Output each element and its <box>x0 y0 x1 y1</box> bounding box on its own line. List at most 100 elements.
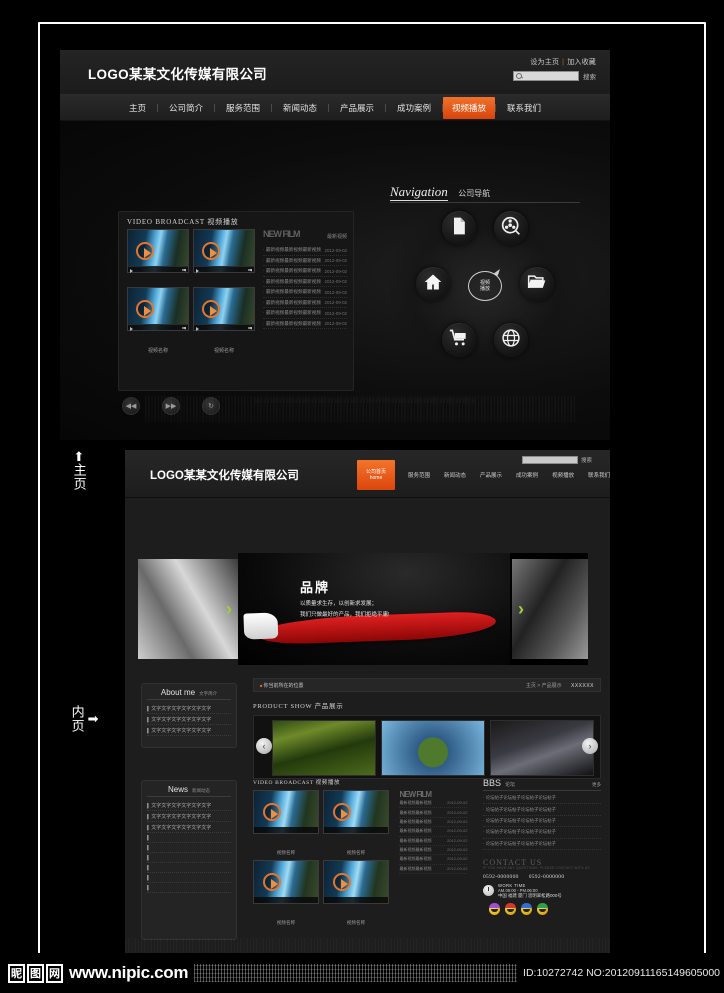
inner-nav-item-video[interactable]: 视频播放 <box>545 471 581 479</box>
product-carousel[interactable]: ‹ › <box>253 715 601 779</box>
list-item[interactable]: 论坛帖子论坛帖子论坛帖子论坛帖子 <box>483 827 601 839</box>
product-image[interactable] <box>381 720 485 776</box>
list-item[interactable]: 文字文字文字文字文字文字 <box>147 811 231 822</box>
list-item[interactable]: 文字文字文字文字文字文字 <box>147 703 231 714</box>
list-item[interactable]: 最新视频最新视频最新视频2012-09-02 <box>263 266 347 277</box>
home-main-nav[interactable]: 主页 公司简介 服务范围 新闻动态 产品展示 成功案例 视频播放 联系我们 <box>60 95 610 121</box>
list-item[interactable] <box>147 863 231 873</box>
list-item[interactable]: 论坛帖子论坛帖子论坛帖子论坛帖子 <box>483 816 601 828</box>
video-control-bar[interactable] <box>128 266 188 273</box>
inner-nav-item-news[interactable]: 新闻动态 <box>437 471 473 479</box>
video-control-bar[interactable] <box>254 897 318 903</box>
nav-icon-video-bubble[interactable]: 视频 播放 <box>468 269 502 303</box>
inner-nav-item-contact[interactable]: 联系我们 <box>581 471 617 479</box>
list-item[interactable]: 论坛帖子论坛帖子论坛帖子论坛帖子 <box>483 804 601 816</box>
inner-nav-item-services[interactable]: 服务范围 <box>401 471 437 479</box>
list-item[interactable]: 最新视频最新视频最新视频2012-09-02 <box>263 308 347 319</box>
nav-item-contact[interactable]: 联系我们 <box>496 98 552 118</box>
video-thumbnail[interactable] <box>323 790 389 834</box>
search-button[interactable]: 搜索 <box>583 71 596 81</box>
play-icon[interactable] <box>136 300 154 318</box>
list-item[interactable] <box>147 853 231 863</box>
nav-icon-cart[interactable] <box>442 323 476 357</box>
set-homepage-link[interactable]: 设为主页 <box>530 59 559 66</box>
play-icon[interactable] <box>333 803 351 821</box>
qq-purple-icon[interactable] <box>489 902 500 915</box>
play-icon[interactable] <box>263 803 281 821</box>
video-control-bar[interactable] <box>194 324 254 331</box>
play-icon[interactable] <box>202 242 220 260</box>
video-control-bar[interactable] <box>254 827 318 833</box>
banner-next-slide[interactable]: › <box>512 559 588 659</box>
nav-item-cases[interactable]: 成功案例 <box>386 98 442 118</box>
list-item[interactable]: 论坛帖子论坛帖子论坛帖子论坛帖子 <box>483 793 601 805</box>
list-item[interactable]: 最新视频最新视频 2012-09-02 <box>399 818 468 828</box>
banner-prev-icon[interactable]: › <box>226 599 232 620</box>
inner-main-nav[interactable]: 公司首页 home 服务范围 新闻动态 产品展示 成功案例 视频播放 联系我们 <box>357 460 617 490</box>
header-search[interactable]: 搜索 <box>513 71 596 81</box>
list-item[interactable]: 文字文字文字文字文字文字 <box>147 800 231 811</box>
qq-green-icon[interactable] <box>537 902 548 915</box>
list-item[interactable] <box>147 833 231 843</box>
list-item[interactable]: 最新视频最新视频 2012-09-02 <box>399 837 468 846</box>
list-item[interactable]: 最新视频最新视频最新视频2012-09-02 <box>263 256 347 266</box>
video-control-bar[interactable] <box>324 827 388 833</box>
nav-item-products[interactable]: 产品展示 <box>329 98 385 118</box>
video-control-bar[interactable] <box>128 324 188 331</box>
banner-carousel[interactable]: › 品牌 以质量求生存，以创新求发展； 我们只做最好的产品，我们拒绝平庸! › <box>138 553 588 665</box>
qq-red-icon[interactable] <box>505 902 516 915</box>
qq-contact-icons[interactable] <box>483 902 601 915</box>
nav-icon-film[interactable] <box>494 211 528 245</box>
play-icon[interactable] <box>136 242 154 260</box>
play-icon[interactable] <box>263 873 281 891</box>
nav-icon-document[interactable] <box>442 211 476 245</box>
list-item[interactable]: 最新视频最新视频最新视频2012-09-02 <box>263 277 347 287</box>
nav-icon-home[interactable] <box>416 267 450 301</box>
bbs-more-link[interactable]: 更多 <box>592 782 601 788</box>
prev-button[interactable]: ◀◀ <box>122 397 140 415</box>
play-icon[interactable] <box>333 873 351 891</box>
list-item[interactable]: 最新视频最新视频最新视频2012-09-02 <box>263 245 347 256</box>
list-item[interactable]: 最新视频最新视频最新视频2012-09-02 <box>263 287 347 298</box>
product-image[interactable] <box>490 720 594 776</box>
list-item[interactable]: 最新视频最新视频 2012-09-02 <box>399 808 468 818</box>
nav-item-about[interactable]: 公司简介 <box>158 98 214 118</box>
search-input[interactable] <box>513 71 579 81</box>
product-prev-button[interactable]: ‹ <box>256 738 272 754</box>
video-thumbnail[interactable] <box>127 229 189 273</box>
list-item[interactable]: 最新视频最新视频 2012-09-02 <box>399 855 468 865</box>
nav-item-news[interactable]: 新闻动态 <box>272 98 328 118</box>
nav-icon-folder[interactable] <box>520 267 554 301</box>
video-thumbnail[interactable] <box>253 860 319 904</box>
list-item[interactable] <box>147 843 231 853</box>
nav-icon-globe[interactable] <box>494 323 528 357</box>
list-item[interactable]: 文字文字文字文字文字文字 <box>147 725 231 736</box>
list-item[interactable]: 文字文字文字文字文字文字 <box>147 822 231 833</box>
video-thumbnail[interactable] <box>127 287 189 331</box>
list-item[interactable]: 最新视频最新视频 2012-09-02 <box>399 799 468 809</box>
video-control-bar[interactable] <box>194 266 254 273</box>
list-item[interactable]: 最新视频最新视频 2012-09-02 <box>399 846 468 856</box>
banner-next-icon[interactable]: › <box>518 599 524 620</box>
list-item[interactable]: 最新视频最新视频最新视频2012-09-02 <box>263 319 347 329</box>
product-next-button[interactable]: › <box>582 738 598 754</box>
list-item[interactable] <box>147 883 231 893</box>
add-favorite-link[interactable]: 加入收藏 <box>567 59 596 66</box>
qq-blue-icon[interactable] <box>521 902 532 915</box>
nav-item-home[interactable]: 主页 <box>118 98 157 118</box>
banner-prev-slide[interactable]: › <box>138 559 238 659</box>
list-item[interactable]: 最新视频最新视频 2012-09-02 <box>399 827 468 837</box>
inner-nav-item-home[interactable]: 公司首页 home <box>357 460 395 490</box>
inner-nav-item-cases[interactable]: 成功案例 <box>509 471 545 479</box>
video-thumbnail[interactable] <box>323 860 389 904</box>
nav-item-services[interactable]: 服务范围 <box>215 98 271 118</box>
list-item[interactable]: 论坛帖子论坛帖子论坛帖子论坛帖子 <box>483 839 601 850</box>
play-icon[interactable] <box>202 300 220 318</box>
list-item[interactable]: 文字文字文字文字文字文字 <box>147 714 231 725</box>
video-thumbnail[interactable] <box>193 287 255 331</box>
list-item[interactable]: 最新视频最新视频最新视频2012-09-02 <box>263 298 347 308</box>
video-thumbnail[interactable] <box>193 229 255 273</box>
video-thumbnail[interactable] <box>253 790 319 834</box>
product-image[interactable] <box>272 720 376 776</box>
breadcrumb-path[interactable]: 主页 > 产品展示 XXXXXX <box>526 682 594 689</box>
